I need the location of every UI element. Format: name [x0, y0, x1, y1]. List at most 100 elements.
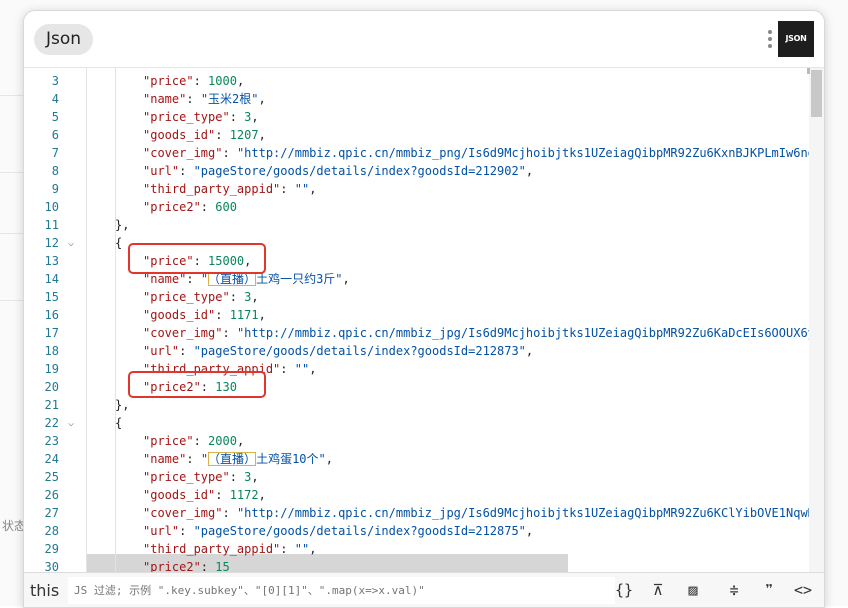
line-number: 10 [44, 200, 59, 214]
code-token: , [236, 434, 245, 448]
code-token: : [193, 434, 209, 448]
code-token: , [525, 524, 534, 538]
line-number: 28 [44, 524, 59, 538]
line-number: 8 [51, 164, 59, 178]
code-token: : [200, 200, 216, 214]
fold-chevron-icon[interactable]: ⌵ [68, 235, 74, 253]
code-token: "http://mmbiz.qpic.cn/mmbiz_jpg/Is6d9Mcj… [236, 326, 823, 340]
code-token: 1207 [229, 128, 259, 142]
code-line: 24 "name": "（直播）土鸡蛋10个", [24, 450, 824, 468]
code-line: 18 "url": "pageStore/goods/details/index?… [24, 342, 824, 360]
code-token: : [179, 524, 194, 538]
code-token: "" [294, 182, 310, 196]
code-line: 7 "cover_img": "http://mmbiz.qpic.cn/mmbi… [24, 144, 824, 162]
code-token: （直播） [208, 272, 257, 286]
code-token: "cover_img" [143, 146, 223, 160]
code-token: "price2" [143, 560, 201, 572]
code-text: "url": "pageStore/goods/details/index?go… [143, 522, 533, 540]
code-line: 26 "goods_id": 1172, [24, 486, 824, 504]
code-token: 土鸡一只约3斤" [256, 272, 343, 286]
code-token: , [325, 452, 333, 466]
code-token: "url" [143, 164, 180, 178]
code-text: "goods_id": 1171, [143, 306, 266, 324]
code-token: : [222, 506, 237, 520]
fold-chevron-icon[interactable]: ⌵ [68, 415, 74, 433]
code-token: , [258, 92, 266, 106]
filter-off-icon[interactable]: ⊼ [646, 579, 670, 601]
annotation-box-price2 [128, 371, 266, 398]
code-token: : [229, 110, 245, 124]
line-number: 25 [44, 470, 59, 484]
code-line: 23 "price": 2000, [24, 432, 824, 450]
code-token: : [215, 488, 230, 502]
line-number: 22 [44, 416, 59, 430]
line-number: 5 [51, 110, 59, 124]
code-token: : [229, 290, 245, 304]
code-text: "third_party_appid": "", [143, 180, 316, 198]
code-text: "url": "pageStore/goods/details/index?go… [143, 162, 533, 180]
line-number: 14 [44, 272, 59, 286]
code-line: 11}, [24, 216, 824, 234]
code-token: "pageStore/goods/details/index?goodsId=2… [193, 344, 526, 358]
json-tab[interactable]: Json [34, 24, 94, 55]
code-text: "price": 2000, [143, 432, 244, 450]
line-number: 23 [44, 434, 59, 448]
code-token: , [342, 272, 350, 286]
code-text: "price_type": 3, [143, 468, 259, 486]
code-token: : [186, 92, 201, 106]
code-token: : [280, 542, 295, 556]
quotes-icon[interactable]: ❞ [757, 579, 781, 601]
line-number: 4 [51, 92, 59, 106]
code-token: : [222, 326, 237, 340]
code-token: , [525, 164, 534, 178]
code-text: "goods_id": 1172, [143, 486, 266, 504]
overview-ruler-mark [807, 68, 810, 74]
code-token: "pageStore/goods/details/index?goodsId=2… [193, 164, 526, 178]
code-token: " [200, 452, 209, 466]
code-editor[interactable]: 3 "price": 1000, 4 "name": "玉米2根", 5 "price_t… [24, 68, 824, 572]
code-text: "cover_img": "http://mmbiz.qpic.cn/mmbiz… [143, 144, 822, 162]
background-divider [0, 172, 24, 173]
braces-icon[interactable]: {} [612, 579, 636, 601]
js-filter-input[interactable] [68, 577, 615, 604]
panel-header: Json JSON [24, 11, 824, 68]
code-line: 5 "price_type": 3, [24, 108, 824, 126]
scrollbar-thumb[interactable] [811, 70, 822, 117]
line-number: 17 [44, 326, 59, 340]
code-token: "name" [143, 452, 187, 466]
comment-off-icon[interactable]: ▨ [681, 579, 705, 601]
code-token: "price_type" [143, 110, 230, 124]
code-token: "price2" [143, 200, 201, 214]
code-token: : [186, 452, 201, 466]
vertical-scrollbar[interactable] [809, 68, 824, 572]
code-token: { [115, 416, 123, 430]
code-token: : [193, 74, 209, 88]
line-number: 11 [44, 218, 59, 232]
collapse-icon[interactable]: ≑ [722, 579, 746, 601]
code-token: , [258, 128, 266, 142]
code-line: 17 "cover_img": "http://mmbiz.qpic.cn/mmb… [24, 324, 824, 342]
code-text: "goods_id": 1207, [143, 126, 266, 144]
code-token: （直播） [208, 452, 257, 466]
code-text: "name": "（直播）土鸡蛋10个", [143, 450, 333, 468]
line-number: 15 [44, 290, 59, 304]
code-token: "cover_img" [143, 326, 223, 340]
code-line: 29 "third_party_appid": "", [24, 540, 824, 558]
code-token: 1000 [208, 74, 237, 88]
code-line: 28 "url": "pageStore/goods/details/index?… [24, 522, 824, 540]
code-text: "price2": 600 [143, 198, 237, 216]
code-text: "price_type": 3, [143, 108, 259, 126]
panel-footer: this {} ⊼ ▨ ≑ ❞ <> [24, 572, 824, 607]
code-line: 25 "price_type": 3, [24, 468, 824, 486]
code-token: , [258, 308, 266, 322]
code-token: : [280, 362, 295, 376]
line-number: 3 [51, 74, 59, 88]
line-number: 30 [44, 560, 59, 572]
line-number: 19 [44, 362, 59, 376]
more-vertical-icon[interactable] [767, 27, 773, 53]
code-text: "cover_img": "http://mmbiz.qpic.cn/mmbiz… [143, 504, 824, 522]
code-token: "" [294, 362, 310, 376]
code-token: "goods_id" [143, 488, 216, 502]
code-icon[interactable]: <> [791, 579, 815, 601]
code-text: }, [115, 396, 129, 414]
